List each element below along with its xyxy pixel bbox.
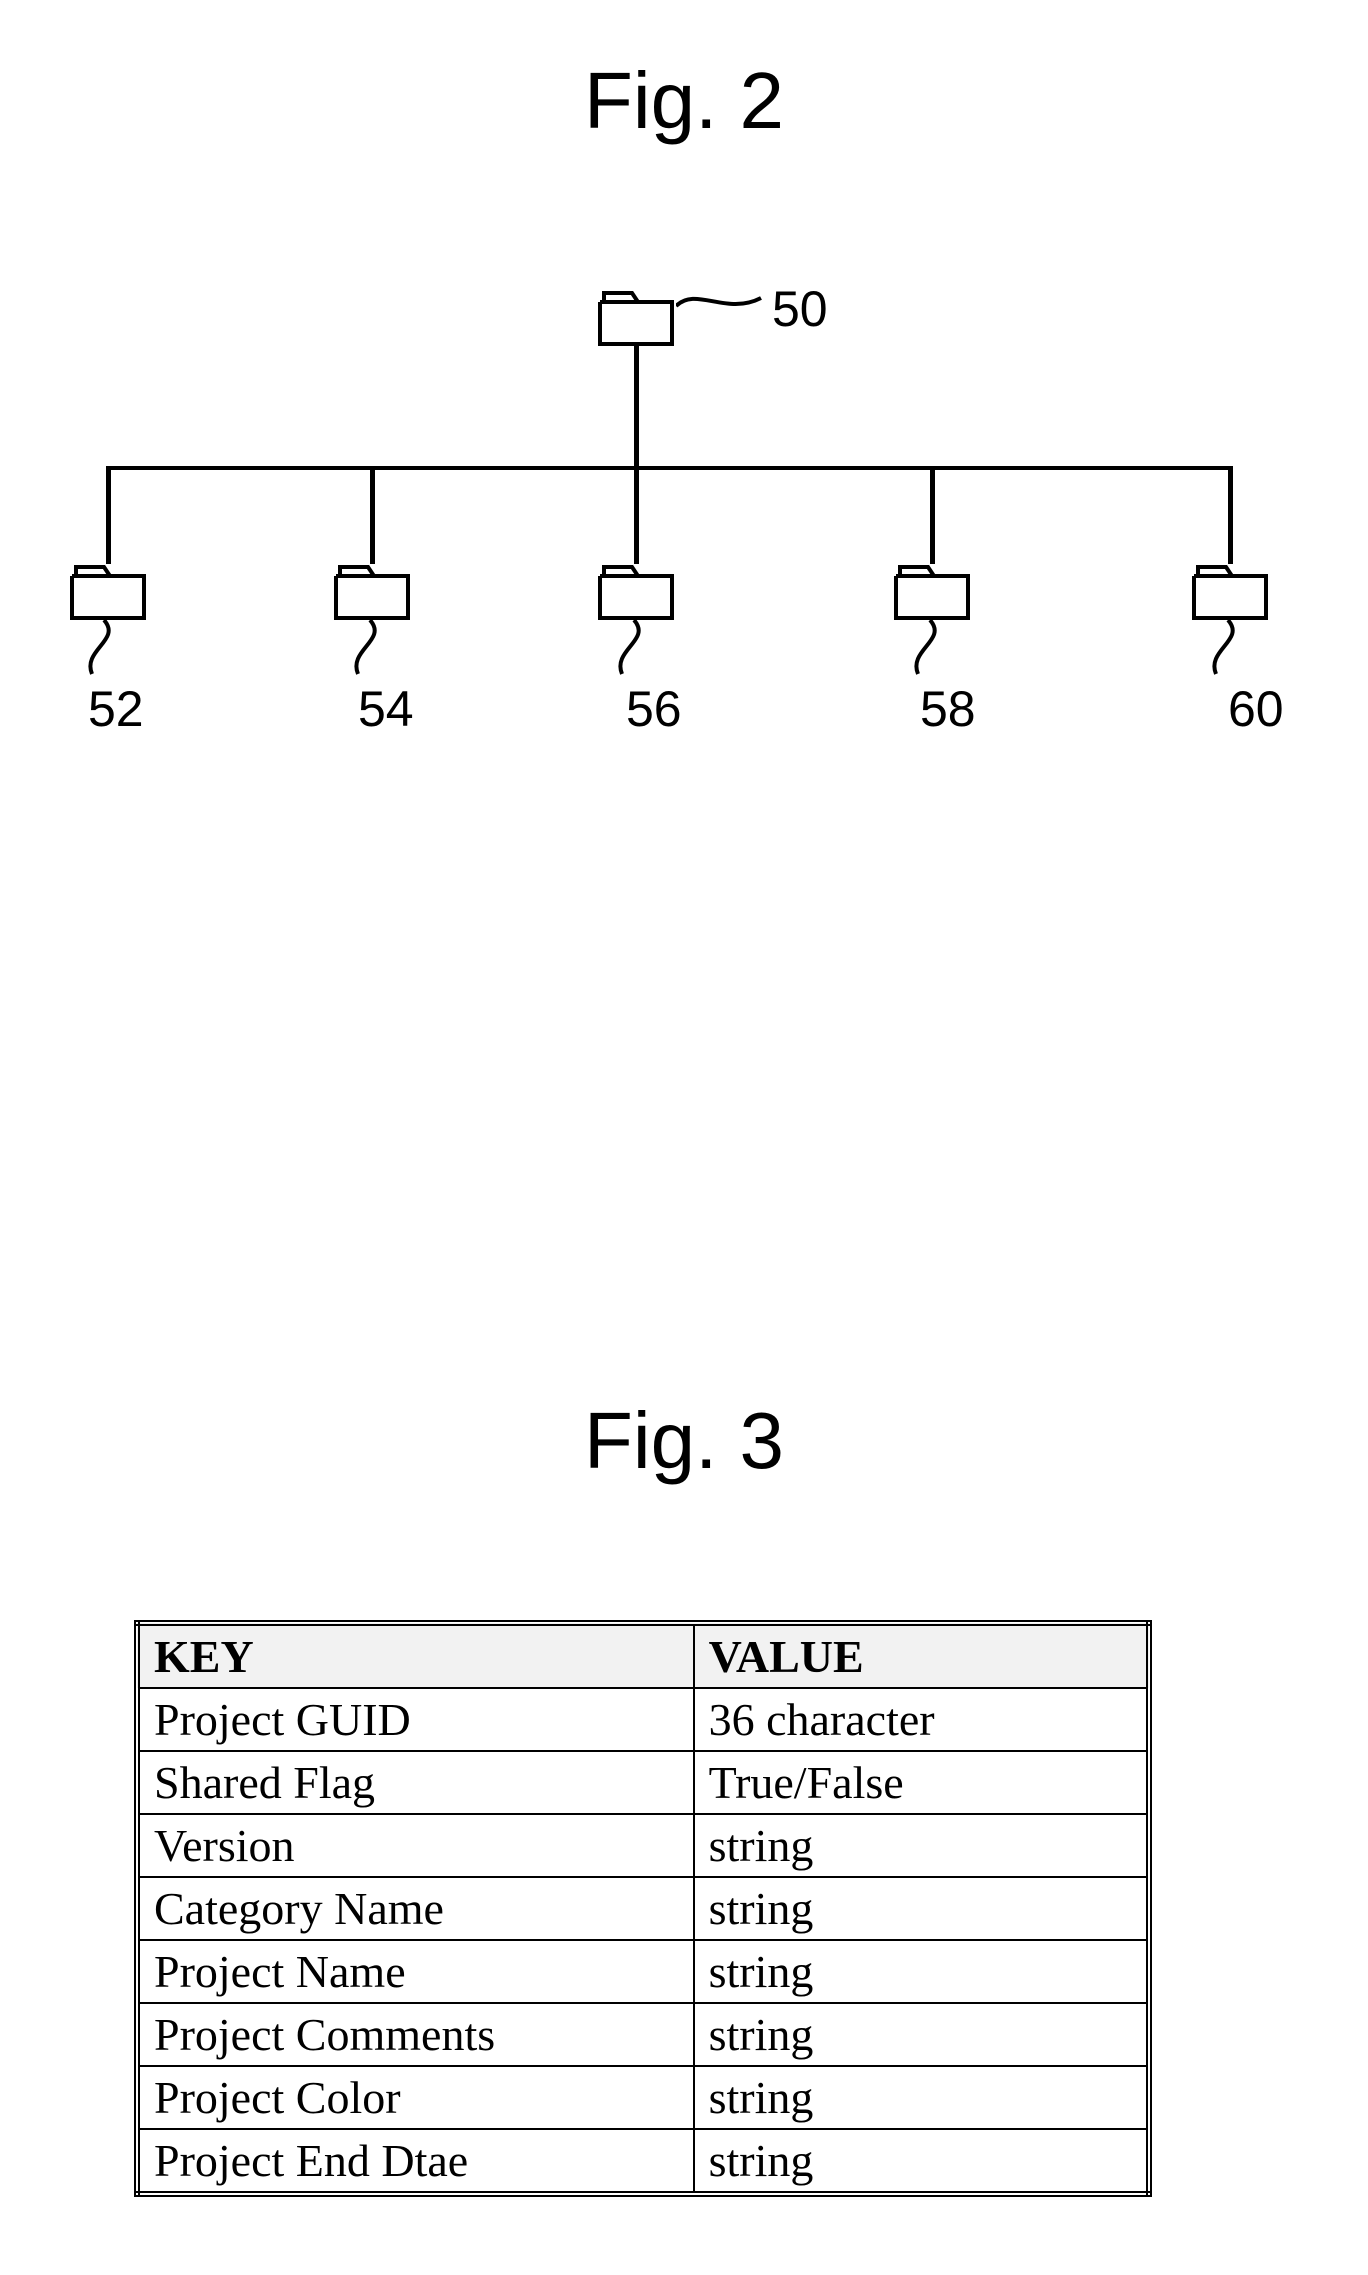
table-row: Project End Dtaestring bbox=[137, 2129, 1149, 2194]
label-child-1: 52 bbox=[88, 680, 144, 738]
label-root-50: 50 bbox=[772, 280, 828, 338]
label-child-5: 60 bbox=[1228, 680, 1284, 738]
leader-60 bbox=[1206, 620, 1266, 676]
cell-key: Project Color bbox=[137, 2066, 694, 2129]
table-row: Versionstring bbox=[137, 1814, 1149, 1877]
tree-drop-1 bbox=[106, 466, 111, 564]
table-header-row: KEY VALUE bbox=[137, 1623, 1149, 1688]
folder-child-5-icon bbox=[1192, 564, 1268, 620]
leader-50 bbox=[676, 286, 766, 316]
folder-child-4-icon bbox=[894, 564, 970, 620]
table-row: Project Namestring bbox=[137, 1940, 1149, 2003]
cell-key: Project End Dtae bbox=[137, 2129, 694, 2194]
leader-56 bbox=[612, 620, 672, 676]
figure-3-table-wrap: KEY VALUE Project GUID36 character Share… bbox=[134, 1620, 1152, 2197]
folder-child-3-icon bbox=[598, 564, 674, 620]
leader-58 bbox=[908, 620, 968, 676]
label-child-2: 54 bbox=[358, 680, 414, 738]
cell-value: True/False bbox=[694, 1751, 1149, 1814]
table-row: Category Namestring bbox=[137, 1877, 1149, 1940]
cell-value: string bbox=[694, 2003, 1149, 2066]
tree-stem bbox=[634, 346, 639, 466]
tree-drop-4 bbox=[930, 466, 935, 564]
cell-key: Version bbox=[137, 1814, 694, 1877]
label-child-4: 58 bbox=[920, 680, 976, 738]
cell-key: Shared Flag bbox=[137, 1751, 694, 1814]
table-row: Project Commentsstring bbox=[137, 2003, 1149, 2066]
folder-child-1-icon bbox=[70, 564, 146, 620]
cell-value: string bbox=[694, 2066, 1149, 2129]
folder-child-2-icon bbox=[334, 564, 410, 620]
cell-key: Category Name bbox=[137, 1877, 694, 1940]
cell-value: string bbox=[694, 1877, 1149, 1940]
table-row: Project GUID36 character bbox=[137, 1688, 1149, 1751]
figure-2-title: Fig. 2 bbox=[0, 55, 1368, 147]
tree-drop-5 bbox=[1228, 466, 1233, 564]
header-value: VALUE bbox=[694, 1623, 1149, 1688]
cell-key: Project GUID bbox=[137, 1688, 694, 1751]
cell-value: string bbox=[694, 1940, 1149, 2003]
table-row: Project Colorstring bbox=[137, 2066, 1149, 2129]
tree-drop-2 bbox=[370, 466, 375, 564]
tree-bus bbox=[106, 466, 1232, 470]
cell-value: string bbox=[694, 2129, 1149, 2194]
cell-value: string bbox=[694, 1814, 1149, 1877]
figure-3-title: Fig. 3 bbox=[0, 1395, 1368, 1487]
folder-root-icon bbox=[598, 290, 674, 346]
figure-3-table: KEY VALUE Project GUID36 character Share… bbox=[134, 1620, 1152, 2197]
cell-key: Project Comments bbox=[137, 2003, 694, 2066]
table-row: Shared FlagTrue/False bbox=[137, 1751, 1149, 1814]
tree-drop-3 bbox=[634, 466, 639, 564]
cell-key: Project Name bbox=[137, 1940, 694, 2003]
leader-52 bbox=[82, 620, 142, 676]
leader-54 bbox=[348, 620, 408, 676]
cell-value: 36 character bbox=[694, 1688, 1149, 1751]
header-key: KEY bbox=[137, 1623, 694, 1688]
label-child-3: 56 bbox=[626, 680, 682, 738]
